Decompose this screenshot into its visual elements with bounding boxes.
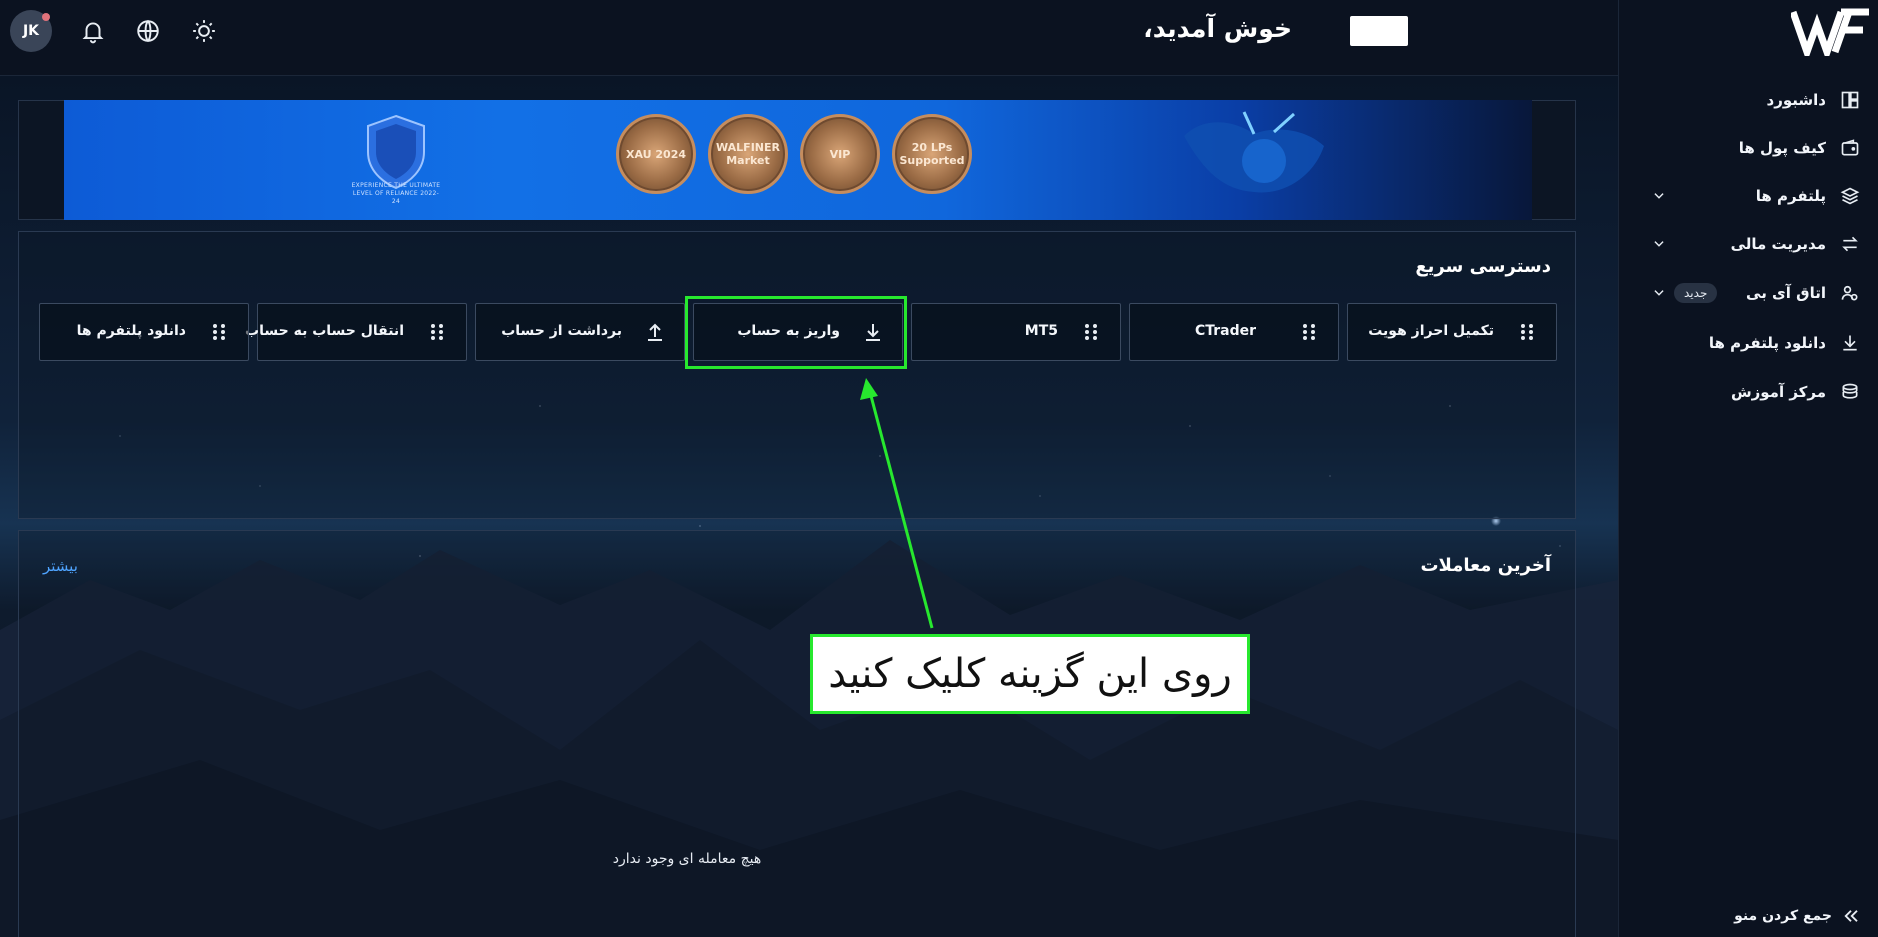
recent-trades-panel: آخرین معاملات بیشتر هیچ معامله ای وجود ن… xyxy=(18,530,1576,937)
quick-access-mt5[interactable]: MT5 xyxy=(911,303,1121,361)
sidebar-item-wallets[interactable]: کیف پول ها xyxy=(1618,128,1878,168)
quick-access-label: CTrader xyxy=(1194,323,1256,339)
sidebar-item-dashboard[interactable]: داشبورد xyxy=(1618,80,1878,120)
quick-access-label: MT5 xyxy=(1024,323,1058,339)
notification-dot xyxy=(42,13,50,21)
sidebar-item-ib-room[interactable]: جدید اتاق آی بی xyxy=(1618,273,1878,313)
avatar-initials: JK xyxy=(22,23,40,39)
users-icon xyxy=(1841,285,1858,301)
sidebar-item-financial-management[interactable]: مدیریت مالی xyxy=(1618,224,1878,264)
stack-icon xyxy=(1842,383,1858,399)
sun-icon[interactable] xyxy=(191,18,217,44)
recent-trades-empty-state: هیچ معامله ای وجود ندارد xyxy=(612,851,762,867)
sidebar-item-download-platforms[interactable]: دانلود پلتفرم ها xyxy=(1618,323,1878,363)
quick-access-label: انتقال حساب به حساب xyxy=(245,323,404,339)
shield-icon xyxy=(367,114,425,190)
sidebar-item-label: مدیریت مالی xyxy=(1730,235,1826,253)
bell-icon[interactable] xyxy=(80,18,106,44)
sidebar-item-label: کیف پول ها xyxy=(1738,139,1826,157)
sidebar-item-label: داشبورد xyxy=(1766,91,1826,109)
medal-badge: VIP xyxy=(800,114,880,194)
quick-access-label: دانلود پلتفرم ها xyxy=(76,323,186,339)
transfer-arrows-icon xyxy=(1842,236,1858,252)
grip-icon xyxy=(1303,324,1315,340)
upload-icon xyxy=(648,323,662,341)
quick-access-complete-kyc[interactable]: تکمیل احراز هویت xyxy=(1347,303,1557,361)
promo-banner[interactable]: EXPERIENCE THE ULTIMATE LEVEL OF RELIANC… xyxy=(64,100,1532,220)
chevron-down-icon xyxy=(1654,193,1664,199)
dashboard-icon xyxy=(1841,91,1859,109)
grip-icon xyxy=(1521,324,1533,340)
chevron-down-icon xyxy=(1654,241,1664,247)
download-icon xyxy=(1843,335,1857,351)
globe-icon[interactable] xyxy=(135,18,161,44)
annotation-note-text: روی این گزینه کلیک کنید xyxy=(828,651,1232,697)
recent-trades-more-link[interactable]: بیشتر xyxy=(43,557,78,575)
layers-icon xyxy=(1840,187,1860,205)
annotation-highlight-box xyxy=(685,296,907,369)
quick-access-account-transfer[interactable]: انتقال حساب به حساب xyxy=(245,303,467,361)
walfiner-logo[interactable] xyxy=(1791,8,1871,56)
quick-access-ctrader[interactable]: CTrader xyxy=(1129,303,1339,361)
collapse-menu-label: جمع کردن منو xyxy=(1734,908,1832,924)
new-badge: جدید xyxy=(1674,283,1718,303)
quick-access-download-platforms[interactable]: دانلود پلتفرم ها xyxy=(39,303,249,361)
quick-access-label: برداشت از حساب xyxy=(501,323,622,339)
grip-icon xyxy=(1085,324,1097,340)
shield-caption: EXPERIENCE THE ULTIMATE LEVEL OF RELIANC… xyxy=(351,182,441,205)
quick-access-withdraw[interactable]: برداشت از حساب xyxy=(475,303,685,361)
sidebar-item-label: پلتفرم ها xyxy=(1755,187,1826,205)
recent-trades-title: آخرین معاملات xyxy=(1420,555,1551,576)
collapse-menu-button[interactable]: جمع کردن منو xyxy=(1734,907,1860,925)
top-header: JK خوش آمدید، xyxy=(0,0,1618,76)
annotation-note: روی این گزینه کلیک کنید xyxy=(810,634,1250,714)
redacted-username xyxy=(1350,16,1408,46)
quick-access-panel: دسترسی سریع تکمیل احراز هویت CTrader MT5… xyxy=(18,231,1576,519)
double-chevron-left-icon xyxy=(1844,910,1858,922)
medal-badge: 20 LPs Supported xyxy=(892,114,972,194)
sidebar-item-label: اتاق آی بی xyxy=(1746,284,1826,302)
sidebar: داشبورد کیف پول ها پلتفرم ها مدیریت مالی… xyxy=(1618,0,1878,937)
sidebar-item-platforms[interactable]: پلتفرم ها xyxy=(1618,176,1878,216)
bull-graphic xyxy=(1184,111,1324,193)
quick-access-label: تکمیل احراز هویت xyxy=(1368,323,1494,339)
sidebar-item-education-center[interactable]: مرکز آموزش xyxy=(1618,372,1878,412)
grip-icon xyxy=(213,324,225,340)
sidebar-item-label: دانلود پلتفرم ها xyxy=(1708,334,1826,352)
chevron-down-icon xyxy=(1654,290,1664,296)
welcome-text: خوش آمدید، xyxy=(1143,14,1292,43)
medal-badge: XAU 2024 xyxy=(616,114,696,194)
wallet-icon xyxy=(1841,139,1859,156)
quick-access-title: دسترسی سریع xyxy=(1415,256,1551,277)
grip-icon xyxy=(431,324,443,340)
user-avatar[interactable]: JK xyxy=(10,10,52,52)
medal-badge: WALFINER Market xyxy=(708,114,788,194)
sidebar-item-label: مرکز آموزش xyxy=(1730,383,1826,401)
